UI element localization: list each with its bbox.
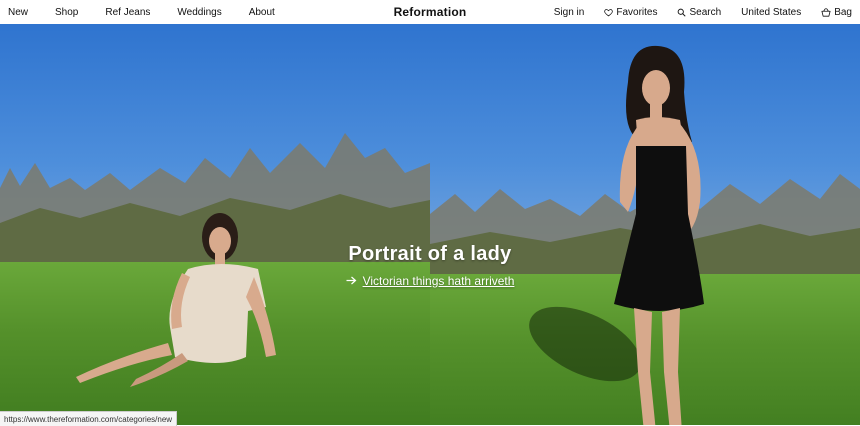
primary-nav: New Shop Ref Jeans Weddings About xyxy=(8,0,302,24)
bag-icon xyxy=(821,7,831,17)
hero-image-left xyxy=(0,24,430,425)
hero-banner[interactable]: Portrait of a lady Victorian things hath… xyxy=(0,24,860,425)
status-url: https://www.thereformation.com/categorie… xyxy=(4,414,173,424)
sign-in-label: Sign in xyxy=(553,6,585,18)
nav-shop[interactable]: Shop xyxy=(55,7,78,18)
region-selector[interactable]: United States xyxy=(741,7,801,18)
nav-ref-jeans[interactable]: Ref Jeans xyxy=(105,7,150,18)
top-navigation-bar: New Shop Ref Jeans Weddings About Reform… xyxy=(0,0,860,24)
hero-cta-label: Victorian things hath arriveth xyxy=(362,274,515,288)
bag-label: Bag xyxy=(834,6,852,18)
search-label: Search xyxy=(689,6,722,18)
hero-image-right xyxy=(430,24,860,425)
model-seated-left xyxy=(76,213,276,387)
nav-about[interactable]: About xyxy=(249,7,275,18)
hero-cta-link[interactable]: Victorian things hath arriveth xyxy=(346,274,515,288)
hero-title: Portrait of a lady xyxy=(348,243,512,265)
region-label: United States xyxy=(741,6,802,18)
favorites-link[interactable]: Favorites xyxy=(604,7,657,18)
bag-link[interactable]: Bag xyxy=(821,7,852,18)
search-link[interactable]: Search xyxy=(677,7,721,18)
brand-logo[interactable]: Reformation xyxy=(394,5,467,19)
heart-icon xyxy=(604,8,614,16)
favorites-label: Favorites xyxy=(616,6,658,18)
search-icon xyxy=(678,8,687,17)
utility-nav: Sign in Favorites Search United States B… xyxy=(534,0,852,24)
nav-new[interactable]: New xyxy=(8,7,28,18)
browser-status-bar: https://www.thereformation.com/categorie… xyxy=(0,411,178,426)
arrow-right-icon xyxy=(346,274,357,288)
sign-in-link[interactable]: Sign in xyxy=(554,7,585,18)
nav-weddings[interactable]: Weddings xyxy=(177,7,221,18)
model-standing-right xyxy=(614,45,704,425)
hero-copy: Portrait of a lady Victorian things hath… xyxy=(0,243,860,290)
